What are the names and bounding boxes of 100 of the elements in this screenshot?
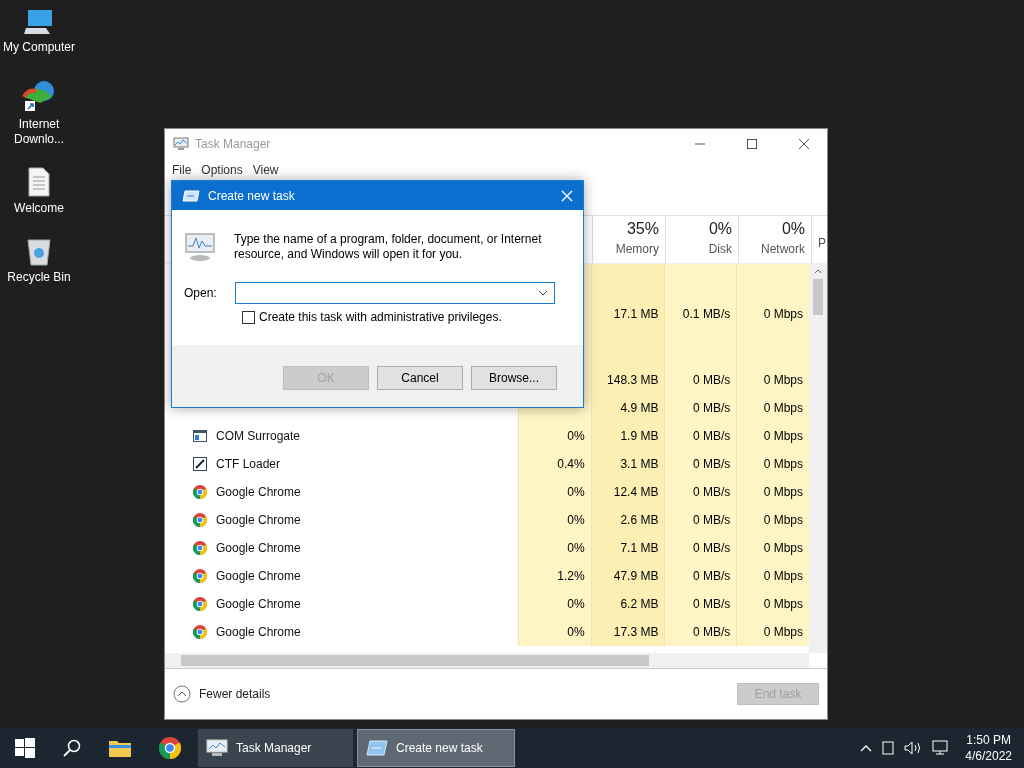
clock-date[interactable]: 4/6/2022: [965, 748, 1012, 764]
table-cell: 0 MB/s: [664, 590, 737, 618]
open-label: Open:: [184, 286, 217, 300]
table-cell: 0 Mbps: [736, 394, 809, 422]
fewer-details-link[interactable]: Fewer details: [199, 687, 271, 701]
windows-start-icon[interactable]: [15, 738, 35, 758]
tablet-icon[interactable]: [882, 741, 895, 755]
process-name[interactable]: CTF Loader: [216, 457, 281, 471]
checkbox-label[interactable]: Create this task with administrative privileges.: [259, 310, 502, 324]
chrome-icon[interactable]: [159, 737, 181, 759]
table-cell: 0%: [517, 590, 591, 618]
dialog-title: Create new task: [208, 188, 295, 203]
process-name[interactable]: Google Chrome: [216, 485, 301, 499]
column-header[interactable]: P: [811, 216, 827, 263]
table-cell: 0.4%: [517, 450, 591, 478]
process-name[interactable]: Google Chrome: [216, 569, 301, 583]
maximize-icon[interactable]: [746, 138, 758, 150]
menu-item[interactable]: Options: [201, 163, 243, 177]
table-cell: 0%: [517, 478, 591, 506]
table-cell: 0%: [517, 618, 591, 646]
table-cell: 47.9 MB: [590, 562, 665, 590]
taskbar-window-button[interactable]: Create new task: [357, 729, 515, 767]
column-header[interactable]: 0% Network: [738, 216, 811, 263]
table-cell: 7.1 MB: [590, 534, 665, 562]
chrome-icon: [193, 597, 207, 611]
task-manager-icon: [173, 137, 189, 151]
process-name[interactable]: COM Surrogate: [216, 429, 301, 443]
vertical-scrollbar[interactable]: [809, 264, 827, 653]
table-cell: 0 MB/s: [664, 366, 737, 394]
table-cell: 0 Mbps: [736, 478, 809, 506]
table-cell: 0 MB/s: [664, 394, 737, 422]
table-cell: 0 Mbps: [736, 618, 809, 646]
table-cell: 4.9 MB: [590, 394, 665, 422]
window-icon: [193, 430, 207, 442]
chevron-up-icon[interactable]: [860, 744, 873, 752]
column-header[interactable]: 35% Memory: [592, 216, 665, 263]
table-cell: 0 Mbps: [736, 562, 809, 590]
table-cell: 0 MB/s: [664, 562, 737, 590]
chrome-icon: [193, 513, 207, 527]
table-cell: 2.6 MB: [590, 506, 665, 534]
table-cell: 6.2 MB: [590, 590, 665, 618]
recycle-bin-icon[interactable]: [26, 236, 52, 266]
monitor-chart-icon: [184, 232, 216, 262]
menu-item[interactable]: View: [252, 163, 279, 177]
desktop-icon-label[interactable]: Recycle Bin: [7, 270, 71, 285]
folder-icon[interactable]: [109, 739, 131, 757]
chrome-icon: [193, 625, 207, 639]
task-manager-icon: [206, 739, 228, 757]
table-cell: 0 MB/s: [664, 450, 737, 478]
table-cell: 1.2%: [517, 562, 591, 590]
search-icon[interactable]: [63, 739, 81, 757]
process-name[interactable]: Google Chrome: [216, 625, 301, 639]
table-cell: 0%: [517, 422, 591, 450]
clock-time[interactable]: 1:50 PM: [966, 732, 1011, 748]
table-cell: 17.1 MB: [590, 300, 665, 328]
table-cell: 148.3 MB: [590, 366, 665, 394]
admin-checkbox[interactable]: [242, 310, 255, 324]
process-name[interactable]: Google Chrome: [216, 513, 301, 527]
scroll-up-icon[interactable]: [814, 269, 822, 274]
close-icon[interactable]: [798, 138, 810, 150]
speaker-icon[interactable]: [904, 741, 923, 755]
table-cell: 17.3 MB: [590, 618, 665, 646]
desktop-icon-label[interactable]: Welcome: [7, 201, 71, 216]
chrome-icon: [193, 541, 207, 555]
table-cell: 0 Mbps: [736, 534, 809, 562]
open-combobox[interactable]: [234, 282, 555, 304]
window-title: Task Manager: [195, 137, 271, 151]
table-cell: 1.9 MB: [590, 422, 665, 450]
run-icon: [366, 740, 388, 756]
process-name[interactable]: Google Chrome: [216, 597, 301, 611]
collapse-icon[interactable]: [173, 685, 191, 703]
caret-icon[interactable]: [537, 290, 548, 296]
horizontal-scrollbar[interactable]: [165, 653, 809, 668]
scroll-thumb[interactable]: [813, 279, 823, 315]
table-cell: 0 Mbps: [736, 590, 809, 618]
chrome-icon: [193, 485, 207, 499]
desktop-icon-label[interactable]: Internet Downlo...: [7, 117, 71, 147]
table-cell: 0 Mbps: [736, 422, 809, 450]
dialog-button[interactable]: Cancel: [377, 366, 463, 390]
table-cell: 0 Mbps: [736, 366, 809, 394]
table-cell: 0 MB/s: [664, 534, 737, 562]
dialog-message: Type the name of a program, folder, document, or Internet resource, and Windows will open it for you.: [234, 232, 543, 262]
document-icon[interactable]: [27, 167, 51, 197]
chrome-icon: [193, 569, 207, 583]
run-icon: [182, 189, 200, 202]
table-cell: 0 Mbps: [736, 506, 809, 534]
desktop-icon-label[interactable]: My Computer: [0, 40, 78, 55]
table-cell: 3.1 MB: [590, 450, 665, 478]
table-cell: 0 MB/s: [664, 618, 737, 646]
globe-arrow-icon[interactable]: [22, 79, 56, 113]
scroll-thumb[interactable]: [181, 655, 649, 666]
table-cell: 0 MB/s: [664, 422, 737, 450]
taskbar-window-button[interactable]: Task Manager: [198, 729, 353, 767]
menu-item[interactable]: File: [172, 163, 192, 177]
network-icon[interactable]: [932, 740, 951, 756]
dialog-button[interactable]: Browse...: [471, 366, 557, 390]
table-cell: 12.4 MB: [590, 478, 665, 506]
process-name[interactable]: Google Chrome: [216, 541, 301, 555]
column-header[interactable]: 0% Disk: [665, 216, 738, 263]
computer-icon[interactable]: [24, 8, 54, 36]
